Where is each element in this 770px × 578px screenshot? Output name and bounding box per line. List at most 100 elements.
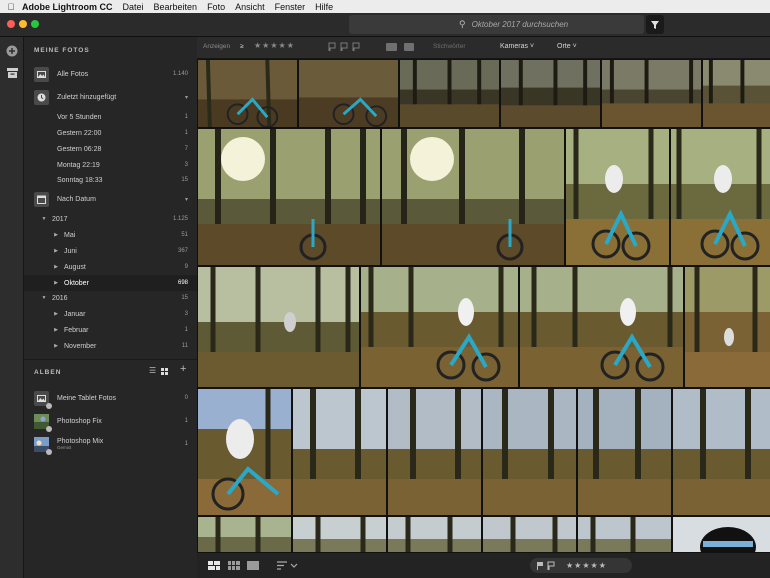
list-view-icon[interactable]: ☰ [149,367,158,375]
sidebar-item-by-date[interactable]: Nach Datum ▾ [24,188,197,210]
library-icon[interactable] [6,68,18,80]
sidebar-item-month[interactable]: ▶ Februar 1 [24,322,197,338]
sidebar-item-year-2016[interactable]: ▼ 2016 15 [24,290,197,306]
rating-and-flag-control[interactable]: ★★★★★ [530,558,632,573]
grid-view-icon[interactable] [161,368,168,377]
sidebar-item-month[interactable]: ▶ Juni 367 [24,243,197,259]
disclosure-closed-icon[interactable]: ▶ [52,311,60,317]
chevron-down-icon[interactable]: ▾ [168,94,188,101]
photo-thumbnail[interactable] [483,389,576,515]
places-dropdown[interactable]: Orte ˅ [557,43,577,50]
photo-thumbnail[interactable] [673,517,770,552]
star-rating-icons[interactable]: ★★★★★ [566,561,607,570]
photo-thumbnail[interactable] [361,267,518,387]
funnel-icon [651,20,659,29]
sidebar-item-month[interactable]: ▶ November 11 [24,338,197,354]
chevron-down-icon[interactable]: ▾ [168,196,188,203]
apple-icon[interactable]:  [0,2,22,12]
sort-dropdown[interactable] [277,561,299,570]
menu-edit[interactable]: Bearbeiten [154,2,198,12]
album-item[interactable]: Photoshop Fix 1 [24,410,197,432]
photo-thumbnail[interactable] [299,60,398,127]
square-grid-view-button[interactable] [228,561,240,570]
rating-operator[interactable]: ≥ [240,43,244,50]
sidebar-item-recent[interactable]: Sonntag 18:33 15 [24,172,197,188]
sidebar-item-label: Januar [64,310,86,318]
disclosure-closed-icon[interactable]: ▶ [52,248,60,254]
disclosure-closed-icon[interactable]: ▶ [52,232,60,238]
disclosure-open-icon[interactable]: ▼ [40,295,48,301]
photo-thumbnail[interactable] [578,517,671,552]
photo-thumbnail[interactable] [198,267,359,387]
flag-filter-icons[interactable] [328,42,362,53]
photo-thumbnail[interactable] [673,389,770,515]
cameras-dropdown[interactable]: Kameras ˅ [500,43,534,50]
disclosure-closed-icon[interactable]: ▶ [52,327,60,333]
keywords-filter[interactable]: Stichwörter [433,43,466,50]
menu-help[interactable]: Hilfe [315,2,333,12]
add-photos-icon[interactable] [6,45,18,57]
sidebar-item-all-photos[interactable]: Alle Fotos 1.140 [24,63,197,85]
sidebar-item-year-2017[interactable]: ▼ 2017 1.125 [24,211,197,227]
disclosure-closed-icon[interactable]: ▶ [52,280,60,286]
sidebar-item-label: Alle Fotos [57,70,89,78]
photo-thumbnail[interactable] [293,517,386,552]
photo-thumbnail[interactable] [685,267,770,387]
photo-thumbnail[interactable] [198,517,291,552]
photo-grid-view-button[interactable] [208,561,220,570]
clock-icon [34,89,49,105]
album-item[interactable]: Photoshop Mix Gemixt 1 [24,433,197,455]
menu-window[interactable]: Fenster [275,2,306,12]
photo-thumbnail[interactable] [483,517,576,552]
disclosure-closed-icon[interactable]: ▶ [52,343,60,349]
sidebar-item-recent[interactable]: Gestern 22:00 1 [24,125,197,141]
filter-button[interactable] [646,15,664,34]
add-album-button[interactable]: + [180,364,186,375]
photo-thumbnail[interactable] [566,129,669,265]
photo-thumbnail[interactable] [198,389,291,515]
media-type-filter-icons[interactable] [386,42,416,53]
sidebar-item-month[interactable]: ▶ August 9 [24,259,197,275]
photo-thumbnail[interactable] [293,389,386,515]
close-window-button[interactable] [7,20,15,28]
menu-photo[interactable]: Foto [207,2,225,12]
photo-thumbnail[interactable] [388,517,481,552]
sidebar-item-month[interactable]: ▶ Januar 3 [24,306,197,322]
star-rating-filter[interactable]: ★★★★★ [254,41,295,50]
search-field[interactable]: ⚲ Oktober 2017 durchsuchen [349,15,644,34]
photo-thumbnail[interactable] [400,60,499,127]
show-label: Anzeigen [203,43,231,50]
menu-app-name[interactable]: Adobe Lightroom CC [22,2,113,12]
album-item[interactable]: Meine Tablet Fotos 0 [24,387,197,409]
search-input[interactable]: Oktober 2017 durchsuchen [472,20,569,29]
item-count: 1 [184,130,188,136]
sidebar-item-recent[interactable]: Vor 5 Stunden 1 [24,109,197,125]
menu-view[interactable]: Ansicht [235,2,265,12]
flag-icons[interactable] [536,561,558,570]
photo-grid [197,59,770,552]
sidebar-item-recent[interactable]: Gestern 06:28 7 [24,141,197,157]
photo-thumbnail[interactable] [671,129,770,265]
sidebar-item-label: 2017 [52,215,68,223]
photo-thumbnail[interactable] [198,129,380,265]
photo-thumbnail[interactable] [388,389,481,515]
zoom-window-button[interactable] [31,20,39,28]
sidebar-item-month[interactable]: ▶ Mai 51 [24,227,197,243]
album-label: Photoshop Mix Gemixt [57,438,168,450]
photo-thumbnail[interactable] [703,60,770,127]
photo-thumbnail[interactable] [198,60,297,127]
sidebar-item-recently-added[interactable]: Zuletzt hinzugefügt ▾ [24,86,197,108]
detail-view-button[interactable] [247,561,259,570]
disclosure-closed-icon[interactable]: ▶ [52,264,60,270]
photo-thumbnail[interactable] [520,267,683,387]
photo-thumbnail[interactable] [602,60,701,127]
sidebar-item-recent[interactable]: Montag 22:19 3 [24,157,197,173]
photo-thumbnail[interactable] [382,129,564,265]
menu-file[interactable]: Datei [123,2,144,12]
minimize-window-button[interactable] [19,20,27,28]
sidebar-item-month-selected[interactable]: ▶ Oktober 698 [24,275,197,291]
cameras-label: Kameras [500,43,529,50]
photo-thumbnail[interactable] [578,389,671,515]
photo-thumbnail[interactable] [501,60,600,127]
disclosure-open-icon[interactable]: ▼ [40,216,48,222]
